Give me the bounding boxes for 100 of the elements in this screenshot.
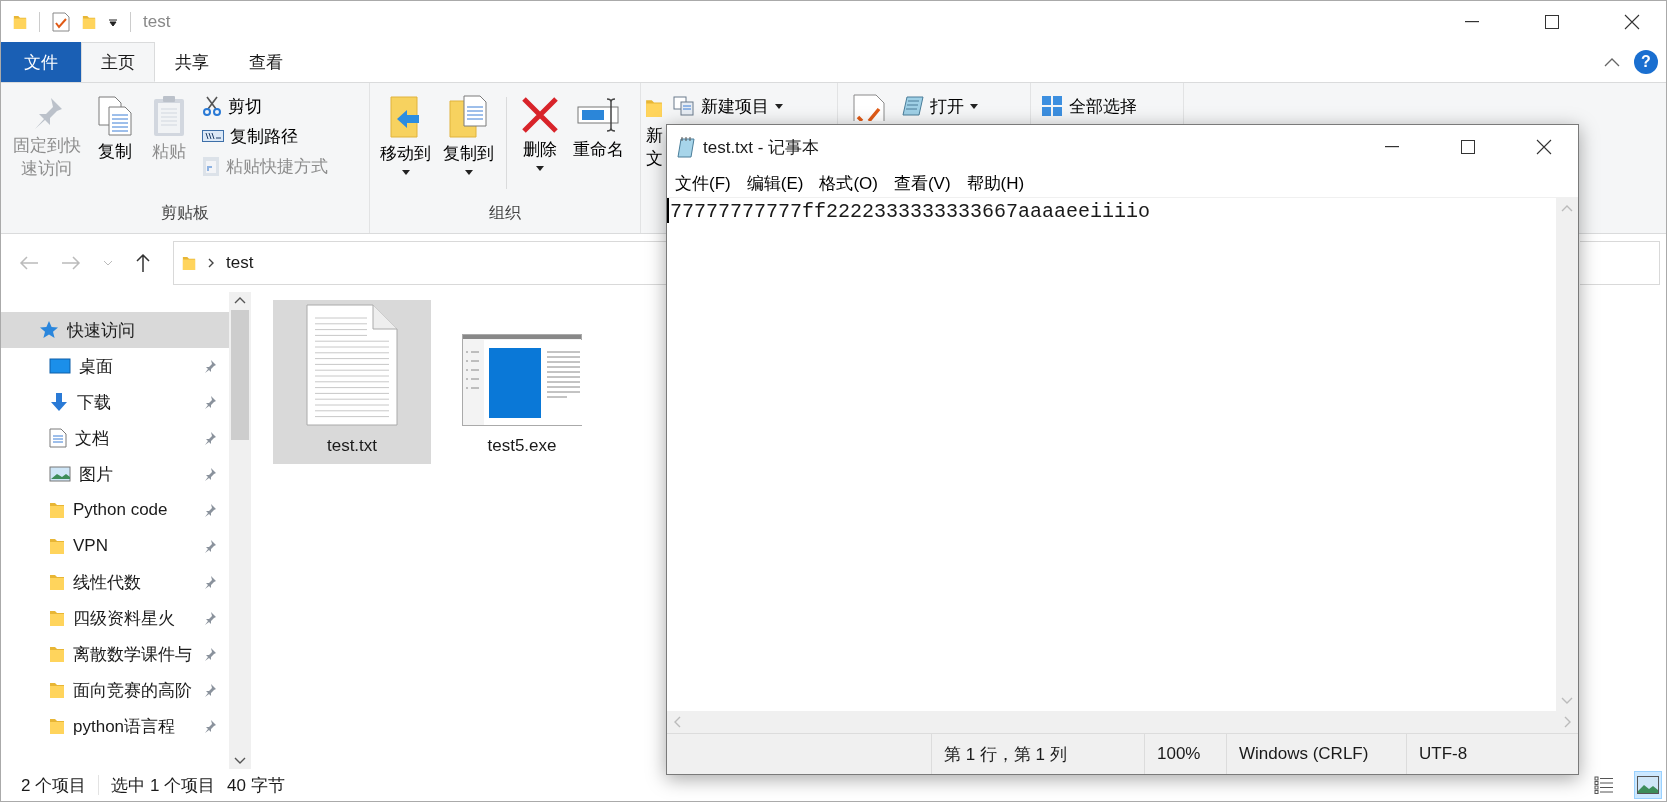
forward-arrow-icon[interactable]	[61, 255, 81, 271]
file-name: test.txt	[326, 436, 378, 456]
minimize-icon[interactable]	[1465, 20, 1479, 23]
rename-icon	[576, 95, 621, 135]
chevron-up-icon[interactable]	[234, 296, 246, 304]
file-item[interactable]: test.txt	[273, 300, 431, 464]
ribbon-button[interactable]: 打开	[898, 91, 982, 121]
ribbon-tab[interactable]: 查看	[229, 42, 303, 82]
text-file-icon	[306, 304, 398, 426]
text-editor[interactable]: 77777777777ff2222333333333667aaaaeeiiiio	[667, 198, 1556, 711]
chevron-right-icon	[208, 258, 214, 268]
pin-icon[interactable]	[203, 647, 217, 661]
chevron-down-icon[interactable]	[234, 757, 246, 765]
copy-icon	[97, 95, 134, 137]
folder-icon	[49, 573, 65, 591]
menu-item[interactable]: 查看(V)	[887, 171, 957, 195]
status-text: 第 1 行，第 1 列	[944, 743, 1067, 766]
search-field[interactable]	[1580, 241, 1660, 285]
sidebar-item[interactable]: 桌面	[1, 348, 229, 384]
shortcut-icon	[202, 155, 221, 177]
sidebar-item[interactable]: 离散数学课件与	[1, 636, 229, 672]
pin-icon[interactable]	[203, 503, 217, 517]
app-window-icon	[462, 334, 582, 426]
select-all-icon	[1041, 95, 1063, 117]
ribbon-button[interactable]: 删除	[515, 91, 565, 175]
desktop-icon	[49, 357, 71, 375]
up-arrow-icon[interactable]	[135, 253, 151, 273]
view-mode-button[interactable]	[1634, 771, 1662, 799]
window-title: test	[143, 11, 171, 32]
notepad-icon	[677, 136, 695, 158]
menu-item[interactable]: 格式(O)	[813, 171, 884, 195]
path-icon	[202, 129, 225, 143]
folder-icon	[49, 501, 65, 519]
pin-icon[interactable]	[203, 575, 217, 589]
scrollbar-thumb[interactable]	[231, 310, 249, 440]
maximize-icon[interactable]	[1461, 140, 1475, 154]
menu-item[interactable]: 帮助(H)	[960, 171, 1031, 195]
ribbon-button[interactable]: 新建项目	[669, 91, 787, 121]
ribbon-button[interactable]: 重命名	[569, 91, 628, 166]
pin-icon[interactable]	[203, 683, 217, 697]
group-label: 组织	[489, 204, 521, 221]
ribbon-tab[interactable]: 主页	[81, 42, 155, 82]
ribbon-button[interactable]: 移动到	[376, 91, 435, 179]
address-bar[interactable]: test	[173, 241, 667, 285]
chevron-up-icon[interactable]	[1604, 57, 1620, 67]
ribbon-tab[interactable]: 文件	[1, 42, 81, 82]
group-label: 剪贴板	[161, 204, 209, 221]
scrollbar[interactable]	[229, 292, 251, 769]
dropdown-arrow-icon[interactable]	[108, 16, 118, 27]
sidebar-item[interactable]: python语言程	[1, 708, 229, 744]
pin-icon[interactable]	[203, 611, 217, 625]
window-title: test.txt - 记事本	[703, 136, 820, 159]
pin-icon[interactable]	[203, 539, 217, 553]
selection-size: 40 字节	[227, 774, 285, 797]
sidebar-item[interactable]: 下载	[1, 384, 229, 420]
ribbon-button[interactable]: 复制	[90, 91, 141, 168]
sidebar-item[interactable]: 线性代数	[1, 564, 229, 600]
pin-icon[interactable]	[203, 359, 217, 373]
download-arrow-icon	[49, 392, 69, 412]
minimize-icon[interactable]	[1385, 146, 1399, 148]
sidebar-item[interactable]: 面向竞赛的高阶	[1, 672, 229, 708]
copy-folder-icon	[447, 95, 490, 139]
ribbon-button[interactable]: 全部选择	[1037, 91, 1141, 121]
breadcrumb[interactable]: test	[226, 253, 254, 273]
pin-icon[interactable]	[203, 431, 217, 445]
close-icon[interactable]	[1536, 139, 1552, 155]
star-icon	[39, 320, 59, 340]
ribbon-button[interactable]: 复制到	[439, 91, 498, 179]
pin-icon[interactable]	[203, 395, 217, 409]
sidebar-item[interactable]: 图片	[1, 456, 229, 492]
file-item[interactable]: test5.exe	[443, 300, 601, 464]
help-button[interactable]: ?	[1634, 50, 1658, 74]
ribbon-tab[interactable]: 共享	[155, 42, 229, 82]
sidebar-item[interactable]: 文档	[1, 420, 229, 456]
sidebar-item[interactable]: 快速访问	[1, 312, 229, 348]
sidebar-item[interactable]: Python code	[1, 492, 229, 528]
status-text: 100%	[1157, 744, 1201, 764]
close-icon[interactable]	[1624, 13, 1640, 30]
menu-item[interactable]: 文件(F)	[669, 171, 737, 195]
menu-item[interactable]: 编辑(E)	[740, 171, 810, 195]
properties-icon[interactable]	[52, 11, 70, 32]
folder-icon	[49, 537, 65, 555]
scissors-icon	[202, 96, 223, 116]
pin-icon[interactable]	[203, 467, 217, 481]
back-arrow-icon[interactable]	[19, 255, 39, 271]
folder-icon	[49, 609, 65, 627]
status-text: UTF-8	[1419, 744, 1468, 764]
file-name: test5.exe	[487, 436, 557, 456]
ribbon-button[interactable]: 复制路径	[198, 121, 333, 151]
clipboard-icon	[153, 95, 186, 137]
sidebar-item[interactable]: 四级资料星火	[1, 600, 229, 636]
document-icon	[49, 428, 67, 448]
sidebar-item[interactable]: VPN	[1, 528, 229, 564]
maximize-icon[interactable]	[1545, 14, 1559, 29]
pin-icon[interactable]	[203, 719, 217, 733]
ribbon-button[interactable]: 剪切	[198, 91, 333, 121]
chevron-right-icon[interactable]	[1564, 716, 1572, 728]
scrollbar[interactable]	[667, 711, 1578, 733]
chevron-left-icon[interactable]	[673, 716, 681, 728]
ribbon-button[interactable]: 新 文	[643, 91, 665, 175]
